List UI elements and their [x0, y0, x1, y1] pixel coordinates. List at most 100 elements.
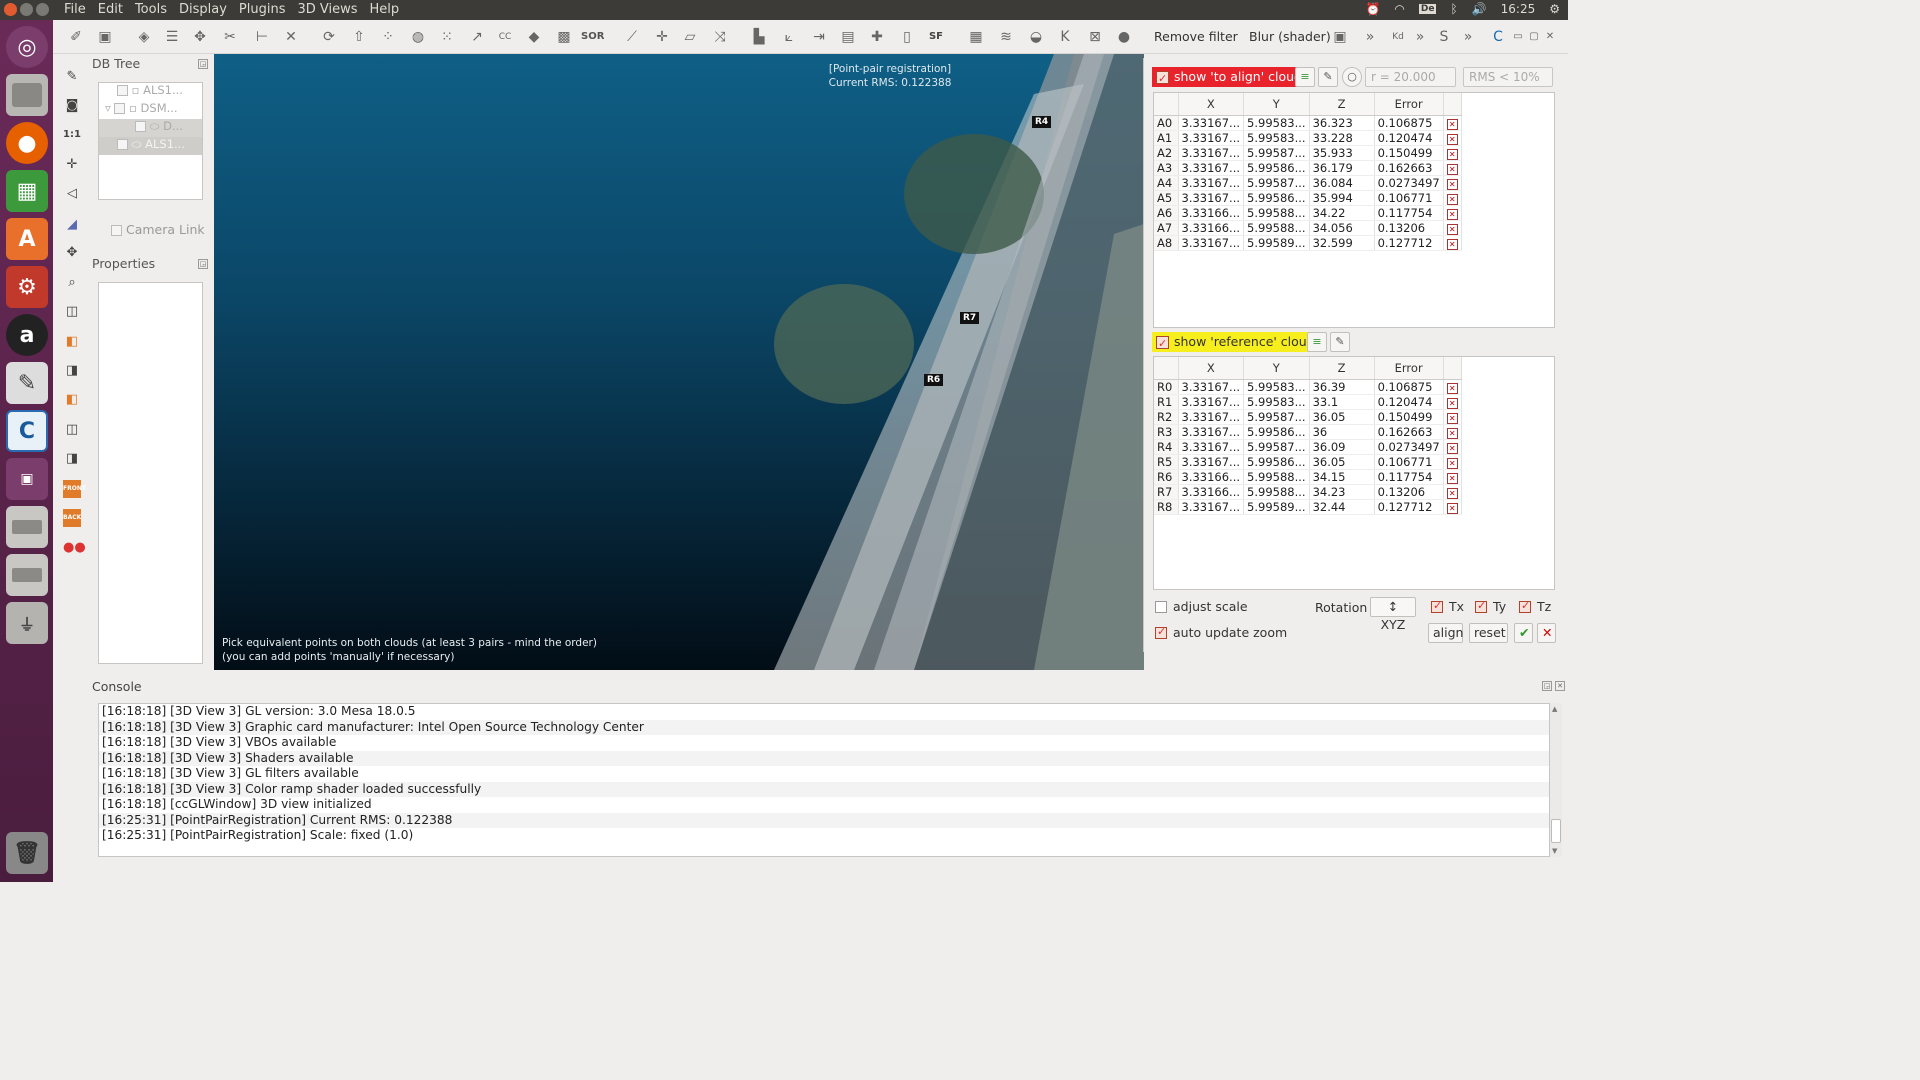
segment-icon[interactable]: ✂ — [221, 28, 239, 46]
point-cell[interactable]: 5.99589... — [1243, 499, 1310, 515]
point-cell[interactable]: 3.33167... — [1178, 409, 1245, 425]
plane-icon[interactable]: ▱ — [681, 28, 699, 46]
point-id[interactable]: R5 — [1154, 454, 1179, 470]
open-icon[interactable]: ✐ — [67, 28, 85, 46]
point-cell[interactable]: 0.127712 — [1374, 499, 1444, 515]
delete-point-icon[interactable]: ✕ — [1443, 499, 1462, 515]
column-header[interactable]: Error — [1374, 357, 1444, 380]
eye-dome-icon[interactable]: ⊠ — [1086, 28, 1104, 46]
point-marker[interactable]: R4 — [1032, 116, 1052, 128]
spreadsheet-icon[interactable]: ▦ — [6, 170, 48, 212]
amazon-icon[interactable]: a — [6, 314, 48, 356]
console-scrollbar[interactable]: ▲ ▼ — [1550, 703, 1562, 857]
point-cell[interactable]: 0.13206 — [1374, 484, 1444, 500]
point-cell[interactable]: 5.99587... — [1243, 409, 1310, 425]
ref-point-row[interactable]: R4 3.33167... 5.99587... 36.09 0.0273497 ✕ — [1154, 439, 1462, 455]
column-header[interactable]: Y — [1243, 93, 1310, 116]
point-id[interactable]: R0 — [1154, 379, 1179, 395]
menu-file[interactable]: File — [58, 2, 92, 18]
clock[interactable]: 16:25 — [1501, 2, 1536, 16]
keyboard-layout-indicator[interactable]: De — [1418, 4, 1437, 14]
delete-point-icon[interactable]: ✕ — [1443, 115, 1462, 131]
point-cell[interactable]: 5.99588... — [1243, 220, 1310, 236]
point-cell[interactable]: 3.33167... — [1178, 115, 1245, 131]
left-view-icon[interactable]: ◨ — [63, 362, 81, 380]
column-header[interactable]: Error — [1374, 93, 1444, 116]
remove-filter-button[interactable]: Remove filter — [1154, 29, 1238, 44]
point-id[interactable]: R1 — [1154, 394, 1179, 410]
align-point-row[interactable]: A7 3.33166... 5.99588... 34.056 0.13206 ✕ — [1154, 220, 1462, 236]
pivot-icon[interactable]: ◁ — [63, 185, 81, 203]
kd-tree-icon[interactable]: Kd — [1389, 28, 1407, 46]
point-cell[interactable]: 34.056 — [1309, 220, 1375, 236]
point-cell[interactable]: 0.150499 — [1374, 409, 1444, 425]
point-cell[interactable]: 3.33167... — [1178, 454, 1245, 470]
merge-icon[interactable]: ⤨ — [711, 28, 729, 46]
point-cell[interactable]: 0.106875 — [1374, 379, 1444, 395]
point-cell[interactable]: 5.99586... — [1243, 424, 1310, 440]
front-view-icon[interactable]: ◧ — [63, 333, 81, 351]
wave-icon[interactable]: ≋ — [997, 28, 1015, 46]
fit-icon[interactable]: ⟋ — [623, 28, 641, 46]
bottom-view-icon[interactable]: ◨ — [63, 450, 81, 468]
point-cell[interactable]: 0.127712 — [1374, 235, 1444, 251]
more-tools-icon[interactable]: » — [1361, 28, 1379, 46]
more-tools-icon-2[interactable]: » — [1411, 28, 1429, 46]
point-cell[interactable]: 36.084 — [1309, 175, 1375, 191]
column-header[interactable]: Y — [1243, 357, 1310, 380]
delete-point-icon[interactable]: ✕ — [1443, 409, 1462, 425]
point-marker[interactable]: R7 — [960, 312, 980, 324]
menu-display[interactable]: Display — [173, 2, 233, 18]
battery-icon[interactable]: ▯ — [898, 28, 916, 46]
tree-item[interactable]: ⬭ D... — [99, 119, 202, 137]
ssao-icon[interactable]: ● — [1115, 28, 1133, 46]
align-point-row[interactable]: A5 3.33167... 5.99586... 35.994 0.106771 ✕ — [1154, 190, 1462, 206]
tree-item[interactable]: ▿ ▫ DSM... — [99, 101, 202, 119]
sf-icon[interactable]: SF — [927, 28, 945, 46]
cc-icon[interactable]: CC — [496, 28, 514, 46]
software-center-icon[interactable]: A — [6, 218, 48, 260]
point-id[interactable]: R4 — [1154, 439, 1179, 455]
point-id[interactable]: A4 — [1154, 175, 1179, 191]
ref-point-row[interactable]: R3 3.33167... 5.99586... 36 0.162663 ✕ — [1154, 424, 1462, 440]
firefox-icon[interactable]: ● — [6, 122, 48, 164]
validate-check-icon[interactable]: ✔ — [1514, 623, 1533, 643]
ref-cloud-color-icon[interactable]: ≡ — [1307, 332, 1327, 352]
point-id[interactable]: A8 — [1154, 235, 1179, 251]
point-id[interactable]: A0 — [1154, 115, 1179, 131]
ks-icon[interactable]: K — [1056, 28, 1074, 46]
cancel-x-icon[interactable]: ✕ — [1537, 623, 1556, 643]
delete-point-icon[interactable]: ✕ — [1443, 145, 1462, 161]
ref-point-row[interactable]: R7 3.33166... 5.99588... 34.23 0.13206 ✕ — [1154, 484, 1462, 500]
point-cell[interactable]: 5.99583... — [1243, 130, 1310, 146]
color-icon[interactable]: ◆ — [525, 28, 543, 46]
ref-point-row[interactable]: R0 3.33167... 5.99583... 36.39 0.106875 ✕ — [1154, 379, 1462, 395]
point-cell[interactable]: 5.99583... — [1243, 379, 1310, 395]
menu-3d-views[interactable]: 3D Views — [291, 2, 363, 18]
point-cell[interactable]: 0.0273497 — [1374, 439, 1444, 455]
delete-point-icon[interactable]: ✕ — [1443, 439, 1462, 455]
point-marker[interactable]: R6 — [924, 374, 944, 386]
point-cell[interactable]: 36.179 — [1309, 160, 1375, 176]
show-to-align-toggle[interactable]: show 'to align' cloud — [1152, 67, 1308, 89]
point-cell[interactable]: 0.150499 — [1374, 145, 1444, 161]
maximize-window-button[interactable] — [36, 3, 49, 16]
delete-point-icon[interactable]: ✕ — [1443, 484, 1462, 500]
point-cell[interactable]: 33.228 — [1309, 130, 1375, 146]
point-cell[interactable]: 5.99586... — [1243, 454, 1310, 470]
point-cell[interactable]: 36.39 — [1309, 379, 1375, 395]
tree-item[interactable]: ▫ ALS1... — [99, 83, 202, 101]
align-cloud-color-icon[interactable]: ≡ — [1295, 67, 1315, 87]
close-window-button[interactable] — [4, 3, 17, 16]
right-view-icon[interactable]: ◫ — [63, 421, 81, 439]
delete-point-icon[interactable]: ✕ — [1443, 424, 1462, 440]
show-reference-toggle[interactable]: show 'reference' cloud — [1152, 332, 1321, 354]
usb-drive-icon[interactable]: ⏚ — [6, 602, 48, 644]
point-cell[interactable]: 3.33167... — [1178, 499, 1245, 515]
list-icon[interactable]: ☰ — [163, 28, 181, 46]
shader-config-icon[interactable]: ▣ — [1331, 28, 1349, 46]
align-point-row[interactable]: A6 3.33166... 5.99588... 34.22 0.117754 ✕ — [1154, 205, 1462, 221]
point-cell[interactable]: 5.99586... — [1243, 190, 1310, 206]
delete-point-icon[interactable]: ✕ — [1443, 220, 1462, 236]
float-panel-icon[interactable]: ◲ — [1542, 681, 1552, 691]
